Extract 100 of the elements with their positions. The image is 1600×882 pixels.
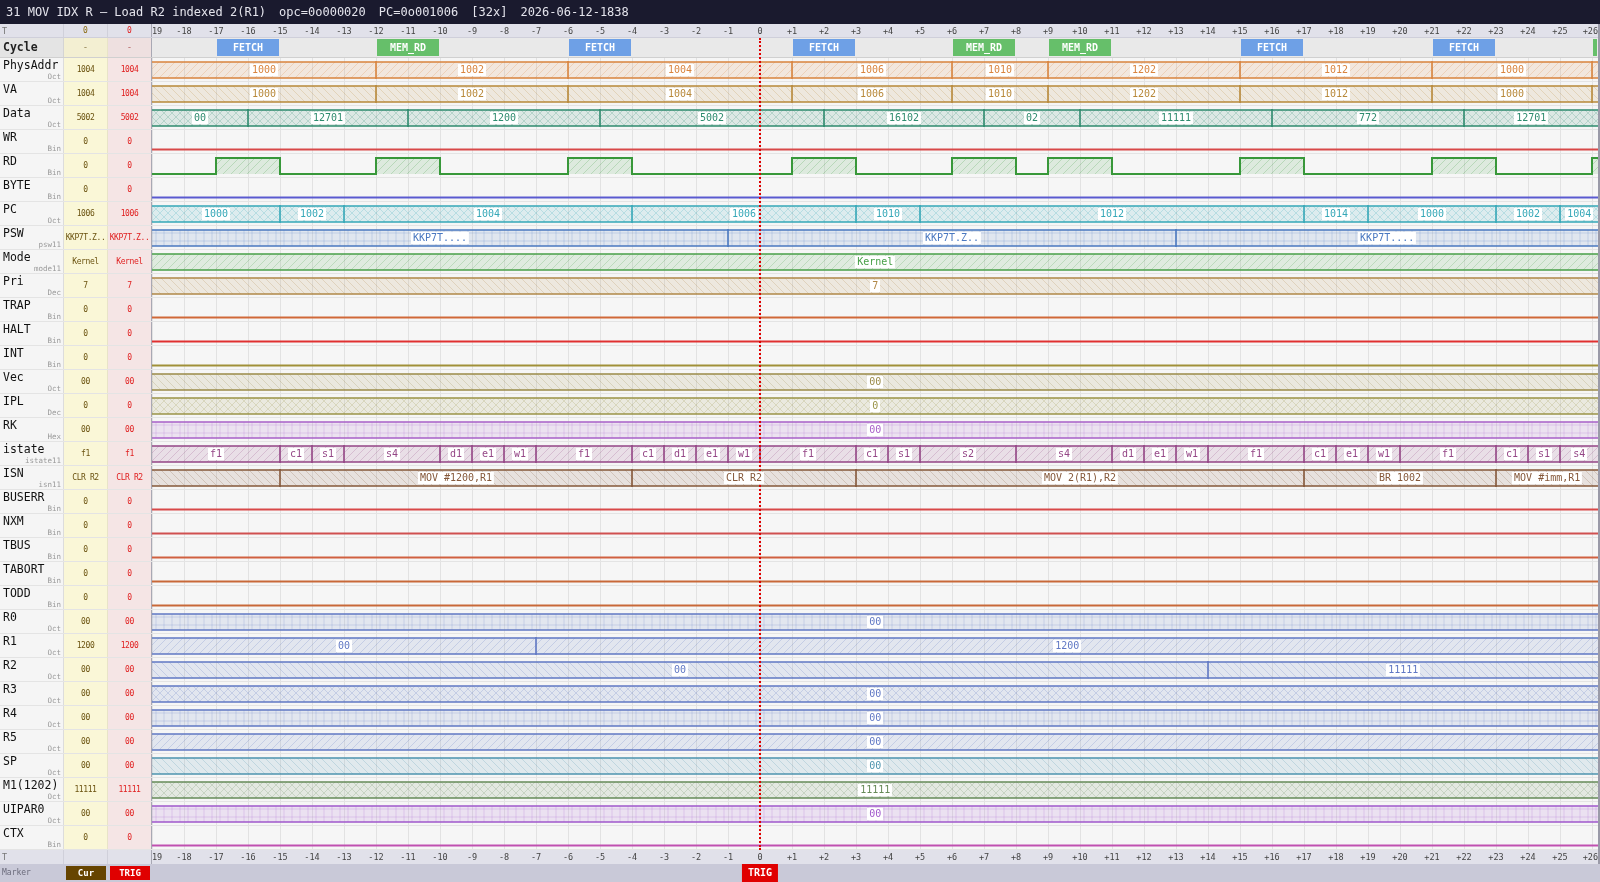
cursor-value-cell: 00 (64, 658, 108, 681)
time-tick-label: +18 (1328, 25, 1344, 38)
time-tick-label: +15 (1232, 851, 1248, 864)
trigger-value-cell: 00 (108, 418, 152, 441)
time-tick-label: -3 (658, 25, 670, 38)
bus-cycle-tag: FETCH (793, 39, 855, 56)
signal-name: NXM (2, 514, 25, 528)
cursor-value-cell: 0 (64, 538, 108, 561)
cursor-value-cell: 11111 (64, 778, 108, 801)
trigger-value-cell: CLR R2 (108, 466, 152, 489)
time-tick-label: +1 (786, 851, 798, 864)
cursor-value-cell: 00 (64, 706, 108, 729)
zoom-level-text: [32x] (471, 4, 508, 21)
trigger-value-cell: 0 (108, 178, 152, 201)
trigger-value-cell: 00 (108, 370, 152, 393)
time-tick-label: -8 (498, 25, 510, 38)
window-title: 31 MOV IDX R — Load R2 indexed 2(R1) (6, 4, 267, 21)
time-tick-label: 0 (757, 25, 763, 38)
time-tick-label: +6 (946, 25, 958, 38)
trigger-value-cell: 0 (108, 826, 152, 849)
time-tick-label: +9 (1042, 25, 1054, 38)
cursor-value-cell: 00 (64, 754, 108, 777)
time-tick-label: +21 (1424, 25, 1440, 38)
trigger-value-cell: 00 (108, 754, 152, 777)
axis-label: T (2, 25, 8, 36)
time-tick-label: +16 (1264, 25, 1280, 38)
cursor-value-cell: 0 (64, 394, 108, 417)
trigger-value-cell: 1006 (108, 202, 152, 225)
signal-name: R5 (2, 730, 18, 744)
cursor-value-cell: 0 (64, 322, 108, 345)
time-tick-label: -5 (594, 25, 606, 38)
trigger-value-cell: 0 (108, 514, 152, 537)
time-tick-label: -9 (466, 851, 478, 864)
timestamp-text: 2026-06-12-1838 (520, 4, 629, 21)
signal-name: Mode (2, 250, 32, 264)
opcode-text: opc=0o000020 (279, 4, 366, 21)
time-tick-label: -6 (562, 851, 574, 864)
bus-cycle-tag: MEM_RD (1049, 39, 1111, 56)
time-tick-label: -2 (690, 851, 702, 864)
time-tick-label: +17 (1296, 25, 1312, 38)
cursor-marker-button[interactable]: Cur (66, 866, 106, 880)
cursor-value-cell: 0 (64, 826, 108, 849)
signal-name: BUSERR (2, 490, 46, 504)
time-tick-label: +24 (1520, 25, 1536, 38)
cursor-value-cell: 5002 (64, 106, 108, 129)
trigger-value-cell: 0 (108, 154, 152, 177)
trigger-value-cell: 11111 (108, 778, 152, 801)
trigger-marker[interactable]: TRIG (741, 864, 779, 882)
time-tick-label: +15 (1232, 25, 1248, 38)
time-tick-label: +24 (1520, 851, 1536, 864)
trigger-value-cell: 00 (108, 682, 152, 705)
trigger-value-cell: 0 (108, 346, 152, 369)
cursor-value-cell: 00 (64, 682, 108, 705)
cursor-value-cell: CLR R2 (64, 466, 108, 489)
time-tick-label: +16 (1264, 851, 1280, 864)
cursor-value-cell: 00 (64, 610, 108, 633)
trigger-value-cell: 0 (108, 130, 152, 153)
time-tick-label: +5 (914, 851, 926, 864)
program-counter-text: PC=0o001006 (378, 4, 459, 21)
trigger-value-cell: 0 (108, 538, 152, 561)
cursor-value-cell: 7 (64, 274, 108, 297)
cursor-value-cell: 0 (64, 490, 108, 513)
trigger-value-cell: 0 (108, 298, 152, 321)
time-tick-label: +8 (1010, 25, 1022, 38)
trigger-value-cell: 00 (108, 610, 152, 633)
time-tick-label: -15 (272, 25, 288, 38)
trigger-value-cell: 0 (108, 322, 152, 345)
trigger-value-cell: 1200 (108, 634, 152, 657)
trigger-value-cell: 0 (108, 490, 152, 513)
signal-name: istate (2, 442, 46, 456)
time-tick-label: +14 (1200, 851, 1216, 864)
signal-name: Pri (2, 274, 25, 288)
time-tick-label: -6 (562, 25, 574, 38)
signal-name: PhysAddr (2, 58, 60, 72)
signal-name: BYTE (2, 178, 32, 192)
time-tick-label: -11 (400, 25, 416, 38)
time-tick-label: -3 (658, 851, 670, 864)
time-tick-label: +6 (946, 851, 958, 864)
trigger-time: 0 (127, 25, 132, 36)
time-tick-label: -4 (626, 851, 638, 864)
time-tick-label: -12 (368, 25, 384, 38)
bus-cycle-tag: MEM_RD (377, 39, 439, 56)
time-tick-label: -13 (336, 851, 352, 864)
signal-name: TODD (2, 586, 32, 600)
trigger-value-cell: 00 (108, 730, 152, 753)
trigger-value-cell: 00 (108, 658, 152, 681)
trigger-value-cell: 0 (108, 394, 152, 417)
cursor-value-cell: 0 (64, 130, 108, 153)
bus-cycle-tag: MEM_RD (953, 39, 1015, 56)
time-tick-label: 19 (152, 25, 163, 38)
time-tick-label: +11 (1104, 25, 1120, 38)
time-tick-label: -10 (432, 851, 448, 864)
trigger-marker-button[interactable]: TRIG (110, 866, 150, 880)
trigger-value-cell: 0 (108, 562, 152, 585)
bus-value-label: 7 (870, 279, 881, 292)
time-tick-label: -8 (498, 851, 510, 864)
time-tick-label: -17 (208, 851, 224, 864)
trigger-value-cell: 0 (108, 586, 152, 609)
time-tick-label: +19 (1360, 25, 1376, 38)
trigger-value-cell: 5002 (108, 106, 152, 129)
